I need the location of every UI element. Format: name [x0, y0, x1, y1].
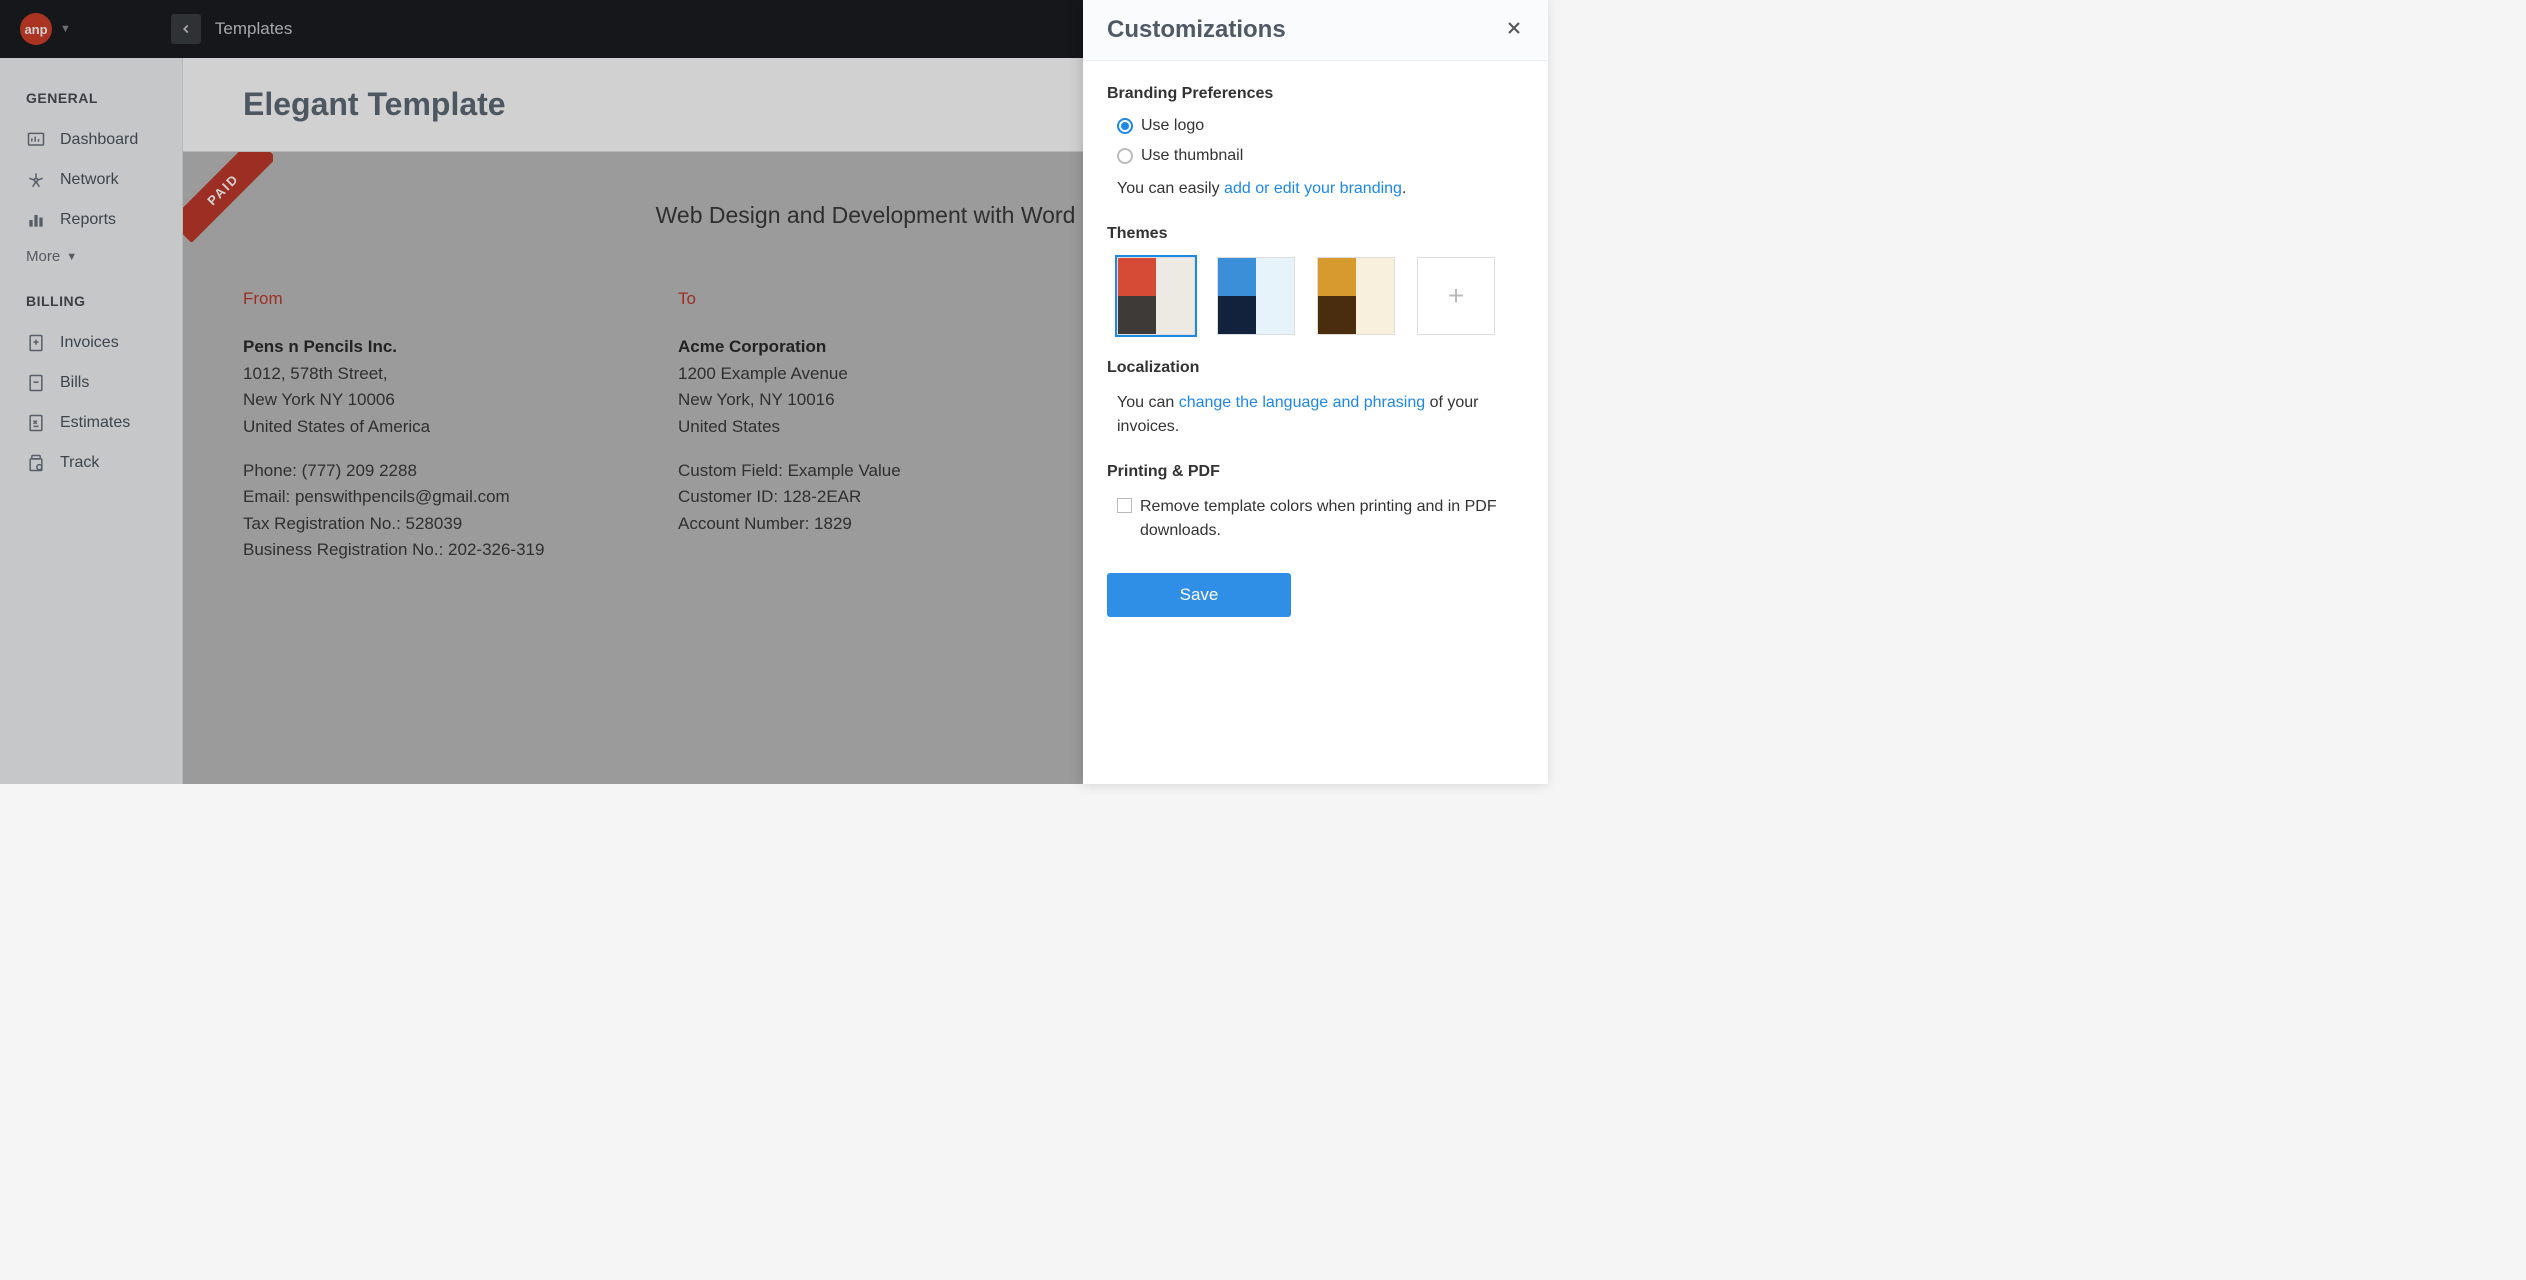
branding-heading: Branding Preferences	[1107, 85, 1524, 103]
localization-heading: Localization	[1107, 359, 1524, 377]
radio-use-thumbnail[interactable]: Use thumbnail	[1117, 147, 1524, 165]
close-button[interactable]	[1504, 18, 1524, 43]
radio-use-logo[interactable]: Use logo	[1117, 117, 1524, 135]
radio-icon	[1117, 148, 1133, 164]
theme-swatch[interactable]	[1317, 257, 1395, 335]
change-language-link[interactable]: change the language and phrasing	[1179, 394, 1425, 411]
checkbox-icon	[1117, 498, 1132, 513]
close-icon	[1504, 18, 1524, 38]
customizations-panel: Customizations Branding Preferences Use …	[1083, 0, 1548, 784]
radio-label: Use thumbnail	[1141, 147, 1243, 165]
localization-help: You can change the language and phrasing…	[1117, 391, 1524, 439]
branding-help: You can easily add or edit your branding…	[1117, 177, 1524, 201]
checkbox-label: Remove template colors when printing and…	[1140, 495, 1524, 543]
radio-icon	[1117, 118, 1133, 134]
theme-swatch[interactable]	[1117, 257, 1195, 335]
add-theme-button[interactable]: +	[1417, 257, 1495, 335]
panel-header: Customizations	[1083, 0, 1548, 61]
save-button[interactable]: Save	[1107, 573, 1291, 617]
edit-branding-link[interactable]: add or edit your branding	[1224, 180, 1402, 197]
panel-title: Customizations	[1107, 16, 1286, 44]
themes-heading: Themes	[1107, 225, 1524, 243]
themes-row: +	[1117, 257, 1524, 335]
radio-label: Use logo	[1141, 117, 1204, 135]
remove-colors-checkbox[interactable]: Remove template colors when printing and…	[1117, 495, 1524, 543]
theme-swatch[interactable]	[1217, 257, 1295, 335]
printing-heading: Printing & PDF	[1107, 463, 1524, 481]
